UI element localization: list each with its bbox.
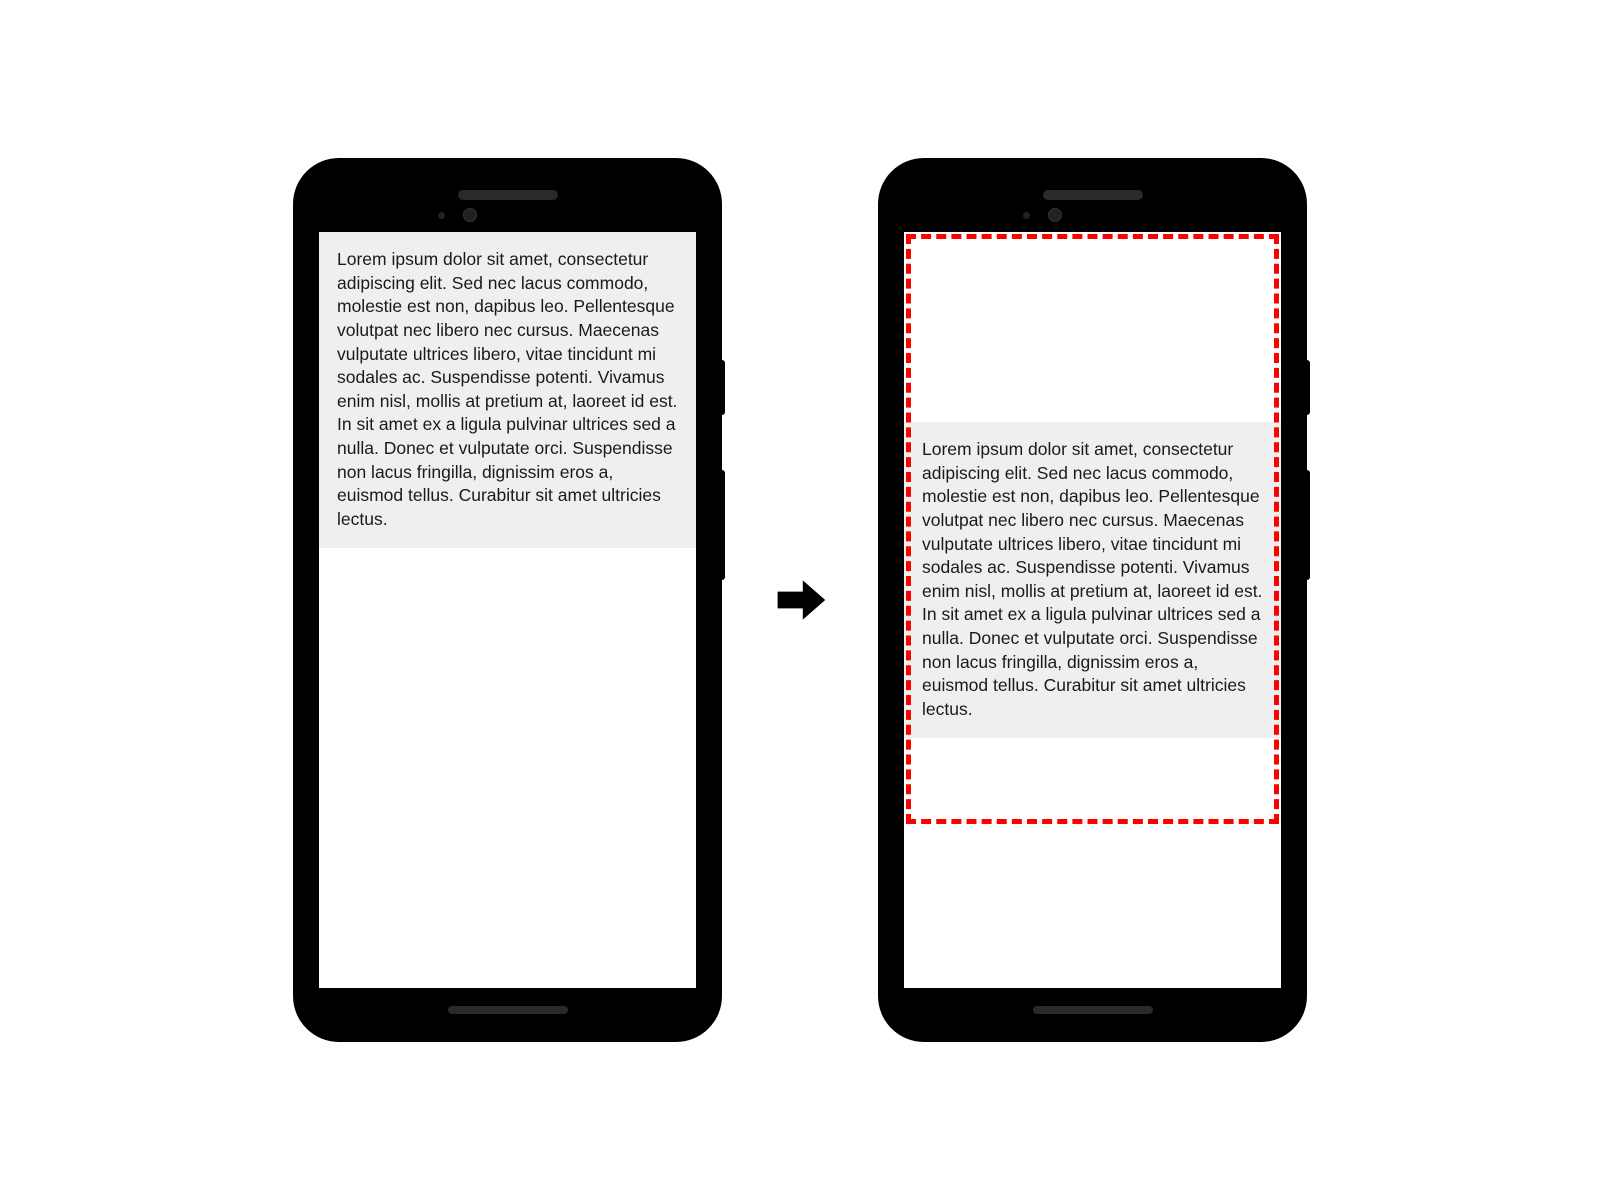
phone-mockup-left: Lorem ipsum dolor sit amet, consectetur …: [295, 160, 720, 1040]
phone-bottom-speaker: [1033, 1006, 1153, 1014]
phone-mockup-right: Lorem ipsum dolor sit amet, consectetur …: [880, 160, 1305, 1040]
lorem-text-block: Lorem ipsum dolor sit amet, consectetur …: [904, 422, 1281, 738]
lorem-text-block: Lorem ipsum dolor sit amet, consectetur …: [319, 232, 696, 548]
phone-side-button: [1305, 360, 1310, 415]
phone-speaker: [458, 190, 558, 200]
blank-region: [904, 232, 1281, 422]
phone-side-button: [720, 360, 725, 415]
phone-camera: [1048, 208, 1062, 222]
phone-side-button: [720, 470, 725, 580]
phone-sensor: [1023, 212, 1030, 219]
phone-bottom-speaker: [448, 1006, 568, 1014]
phone-camera: [463, 208, 477, 222]
phone-sensor: [438, 212, 445, 219]
phone-screen-right: Lorem ipsum dolor sit amet, consectetur …: [904, 232, 1281, 988]
phone-speaker: [1043, 190, 1143, 200]
arrow-right-icon: [760, 572, 840, 628]
phone-side-button: [1305, 470, 1310, 580]
phone-screen-left: Lorem ipsum dolor sit amet, consectetur …: [319, 232, 696, 988]
